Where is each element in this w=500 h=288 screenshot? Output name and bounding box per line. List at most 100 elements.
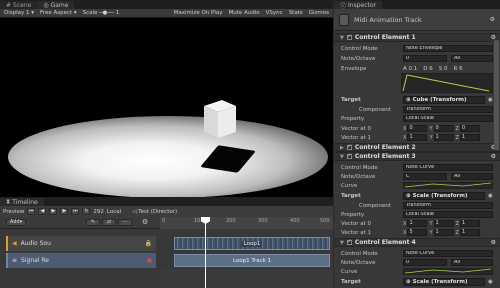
- vector-x-field[interactable]: 0: [407, 125, 428, 132]
- preview-toggle[interactable]: Preview: [3, 209, 24, 215]
- mute-audio-toggle[interactable]: Mute Audio: [229, 10, 260, 16]
- control-mode-dropdown[interactable]: Note Envelope: [403, 45, 493, 52]
- foldout-arrow-icon[interactable]: ▼: [340, 240, 344, 246]
- mute-icon[interactable]: 🔒: [145, 240, 152, 247]
- curve-field[interactable]: [403, 268, 493, 275]
- settings-gear-icon[interactable]: ⚙: [142, 218, 148, 226]
- curve-field[interactable]: [403, 182, 493, 189]
- vector-y-field[interactable]: 1: [433, 134, 454, 141]
- timeline-empty-area[interactable]: [160, 269, 333, 288]
- time-ruler[interactable]: 0 100 200 300 400 500: [160, 217, 333, 229]
- property-dropdown[interactable]: Local Scale: [403, 115, 493, 122]
- signal-clip[interactable]: Loop1 Track 1: [174, 254, 330, 267]
- ripple-mode-icon[interactable]: ⋯: [118, 219, 132, 226]
- note-dropdown[interactable]: C: [403, 173, 447, 180]
- tab-inspector[interactable]: ⓘ Inspector: [334, 1, 383, 10]
- vector-z-field[interactable]: 1: [459, 229, 480, 236]
- inspector-scrollbar[interactable]: [494, 40, 499, 150]
- foldout-arrow-icon[interactable]: ▼: [340, 154, 344, 160]
- vector-y-field[interactable]: 1: [433, 229, 454, 236]
- loop-icon[interactable]: ↻: [82, 208, 91, 215]
- go-to-end-icon[interactable]: ⏭: [71, 208, 80, 215]
- stats-toggle[interactable]: Stats: [289, 10, 303, 16]
- attack-field[interactable]: A 0.1: [403, 66, 417, 72]
- object-picker-icon[interactable]: ◉: [488, 97, 493, 103]
- go-to-start-icon[interactable]: ⏮: [27, 208, 36, 215]
- gear-icon[interactable]: ⚙: [490, 16, 495, 23]
- control-element-4-header[interactable]: ▼ Control Element 4 ⚙: [334, 238, 500, 247]
- local-dropdown[interactable]: Local: [107, 209, 121, 215]
- vector-z-field[interactable]: 1: [459, 134, 480, 141]
- tab-timeline[interactable]: ⧗ Timeline: [0, 198, 44, 206]
- octave-dropdown[interactable]: All: [451, 55, 493, 62]
- note-dropdown[interactable]: 0: [403, 259, 447, 266]
- release-field[interactable]: R 6: [454, 66, 463, 72]
- control-element-1-header[interactable]: ▼ Control Element 1 ⚙: [334, 33, 500, 42]
- control-mode-row: Control Mode Note Envelope: [334, 44, 500, 53]
- vsync-toggle[interactable]: VSync: [266, 10, 283, 16]
- field-label: Vector at 1: [341, 229, 372, 236]
- gear-icon[interactable]: ⚙: [491, 239, 496, 246]
- aspect-dropdown[interactable]: Free Aspect ▾: [40, 10, 77, 16]
- next-frame-icon[interactable]: ▶: [60, 208, 69, 215]
- envelope-graph[interactable]: [401, 73, 493, 93]
- track-header-audio[interactable]: ◀ Audio Sou 🔒: [6, 236, 156, 251]
- field-label: Control Mode: [341, 164, 378, 171]
- vector-x-field[interactable]: 1: [407, 134, 428, 141]
- component-dropdown[interactable]: Transform: [403, 202, 493, 209]
- vector-x-field[interactable]: 5: [407, 229, 428, 236]
- audio-clip[interactable]: Loop1: [174, 237, 330, 250]
- gear-icon[interactable]: ⚙: [491, 153, 496, 160]
- enable-checkbox[interactable]: [346, 143, 352, 150]
- snap-mode-icon[interactable]: ⇄: [102, 219, 116, 226]
- control-mode-dropdown[interactable]: Note Curve: [403, 164, 493, 171]
- component-dropdown[interactable]: Transform: [403, 106, 493, 113]
- target-object-field[interactable]: ⊕ Scale (Transform): [403, 277, 485, 286]
- game-viewport[interactable]: [0, 18, 333, 197]
- tab-game[interactable]: ◎ Game: [37, 1, 75, 9]
- octave-dropdown[interactable]: All: [451, 259, 493, 266]
- control-element-3-header[interactable]: ▼ Control Element 3 ⚙: [334, 152, 500, 161]
- enable-checkbox[interactable]: [346, 33, 352, 40]
- section-title: Control Element 3: [354, 153, 416, 160]
- enable-checkbox[interactable]: [346, 152, 352, 159]
- gizmos-dropdown[interactable]: Gizmos: [309, 10, 329, 16]
- note-dropdown[interactable]: 0: [403, 55, 447, 62]
- vector-y-field[interactable]: 1: [433, 220, 454, 227]
- octave-dropdown[interactable]: All: [451, 173, 493, 180]
- sustain-field[interactable]: S 0: [439, 66, 448, 72]
- track-header-signal[interactable]: ≡ Signal Re ●: [6, 253, 156, 268]
- asset-title: Midi Animation Track: [354, 15, 422, 24]
- scale-slider[interactable]: Scale ─●── 1: [83, 10, 120, 16]
- vector-x-field[interactable]: 1: [407, 220, 428, 227]
- inspector-panel: ⓘ Inspector Midi Animation Track ⚙ ▼ Con…: [334, 0, 500, 288]
- vector-y-field[interactable]: 0: [433, 125, 454, 132]
- enable-checkbox[interactable]: [346, 238, 352, 245]
- object-picker-icon[interactable]: ◉: [488, 193, 493, 199]
- property-dropdown[interactable]: Local Scale: [403, 211, 493, 218]
- vector-z-field[interactable]: 1: [459, 220, 480, 227]
- decay-field[interactable]: D 6: [423, 66, 432, 72]
- object-picker-icon[interactable]: ◉: [488, 279, 493, 285]
- edit-mode-icon[interactable]: ✎: [86, 219, 100, 226]
- timeline-icon: ⧗: [6, 198, 11, 205]
- control-element-2-header[interactable]: ▶ Control Element 2 ⚙: [334, 143, 500, 152]
- track-lane-signal: Loop1 Track 1: [160, 253, 333, 268]
- audio-track-icon: ◀: [12, 240, 17, 247]
- previous-frame-icon[interactable]: ◀: [38, 208, 47, 215]
- tab-scene[interactable]: # Scene: [0, 1, 38, 9]
- display-dropdown[interactable]: Display 1 ▾: [4, 10, 34, 16]
- frame-field[interactable]: 292: [93, 209, 104, 215]
- vector-z-field[interactable]: 0: [459, 125, 480, 132]
- add-track-button[interactable]: Add▾: [6, 219, 26, 226]
- control-mode-row: Control Mode Note Curve: [334, 163, 500, 172]
- control-mode-dropdown[interactable]: Note Curve: [403, 250, 493, 257]
- record-icon[interactable]: ●: [147, 257, 152, 264]
- play-icon[interactable]: ▶: [49, 208, 58, 215]
- foldout-arrow-icon[interactable]: ▼: [340, 35, 344, 41]
- foldout-arrow-icon[interactable]: ▶: [340, 145, 344, 151]
- target-object-field[interactable]: ⊕ Scale (Transform): [403, 191, 485, 200]
- tab-inspector-label: Inspector: [348, 1, 377, 9]
- target-object-field[interactable]: ⊕ Cube (Transform): [403, 95, 485, 104]
- maximize-on-play-toggle[interactable]: Maximize On Play: [174, 10, 223, 16]
